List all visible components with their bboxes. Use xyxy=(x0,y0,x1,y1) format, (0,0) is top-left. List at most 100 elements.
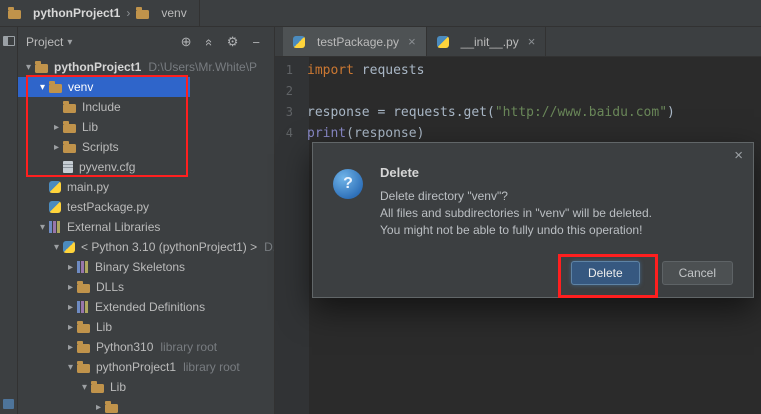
line-number: 1 xyxy=(285,63,293,77)
chevron-right-icon[interactable]: ▸ xyxy=(64,282,77,293)
tree-item-label: Scripts xyxy=(82,140,119,154)
tab-label: testPackage.py xyxy=(317,34,400,49)
code-line[interactable]: 2 xyxy=(275,81,761,102)
tree-item-binary-skeletons[interactable]: ▸ Binary Skeletons xyxy=(18,257,274,277)
navigation-bar: pythonProject1 › venv xyxy=(0,0,761,27)
tree-item-label: Lib xyxy=(110,380,127,394)
code-line[interactable]: 1 import requests xyxy=(275,60,761,81)
project-panel: Project ▾ ⊕ « ⚙ − ▾ pythonProject1 D:\User… xyxy=(18,27,275,414)
folder-icon xyxy=(77,321,90,333)
dialog-message-line: You might not be able to fully undo this… xyxy=(380,223,643,237)
chevron-down-icon[interactable]: ▾ xyxy=(22,62,35,73)
line-number: 4 xyxy=(285,126,293,140)
delete-button[interactable]: Delete xyxy=(570,261,640,285)
folder-icon xyxy=(105,401,118,413)
tree-item-python310[interactable]: ▸ Python310 library root xyxy=(18,337,274,357)
breadcrumb-separator-icon: › xyxy=(126,6,131,20)
project-tool-window-icon[interactable] xyxy=(2,36,15,46)
code-line[interactable]: 3 response = requests.get("http://www.bai… xyxy=(275,102,761,123)
tree-item-label: pyvenv.cfg xyxy=(79,160,136,174)
chevron-right-icon[interactable]: ▸ xyxy=(50,122,63,133)
close-icon[interactable]: × xyxy=(408,34,416,49)
tree-item-lib[interactable]: ▸ Lib xyxy=(18,317,274,337)
project-panel-title[interactable]: Project xyxy=(26,35,63,49)
tab-testpackage-py[interactable]: testPackage.py × xyxy=(283,27,427,56)
tab-init-py[interactable]: __init__.py × xyxy=(427,27,547,56)
folder-icon xyxy=(35,61,48,73)
folder-icon xyxy=(49,81,62,93)
pycharm-window: pythonProject1 › venv Project ▾ ⊕ « ⚙ − … xyxy=(0,0,761,414)
code-line-text: print(response) xyxy=(307,126,425,141)
dialog-buttons: Delete Cancel xyxy=(570,261,733,285)
navbar-divider xyxy=(198,0,200,27)
dialog-body: ? Delete Delete directory "venv"? All fi… xyxy=(313,143,753,239)
chevron-down-icon[interactable]: ▾ xyxy=(67,37,72,48)
code-line-text: import requests xyxy=(307,63,425,78)
code-line[interactable]: 4 print(response) xyxy=(275,123,761,144)
bottom-tool-window-icon[interactable] xyxy=(3,399,14,409)
folder-icon xyxy=(77,281,90,293)
chevron-right-icon[interactable]: ▸ xyxy=(64,322,77,333)
chevron-down-icon[interactable]: ▾ xyxy=(36,82,49,93)
folder-icon xyxy=(77,341,90,353)
tree-item-label: Lib xyxy=(96,320,113,334)
tree-item-suffix: library root xyxy=(183,360,240,374)
tree-item-include[interactable]: Include xyxy=(18,97,274,117)
question-icon: ? xyxy=(333,169,363,199)
tree-item-extended-definitions[interactable]: ▸ Extended Definitions xyxy=(18,297,274,317)
dialog-content: Delete Delete directory "venv"? All file… xyxy=(380,165,652,239)
chevron-right-icon[interactable]: ▸ xyxy=(92,402,105,413)
dialog-message-line: Delete directory "venv"? xyxy=(380,189,508,203)
close-icon[interactable]: × xyxy=(528,34,536,49)
tree-item-label: DLLs xyxy=(96,280,125,294)
code-line-text: response = requests.get("http://www.baid… xyxy=(307,105,675,120)
project-folder-icon xyxy=(8,7,21,19)
collapse-all-icon[interactable]: « xyxy=(202,38,217,45)
close-icon[interactable]: × xyxy=(734,148,743,163)
folder-icon xyxy=(91,381,104,393)
python-icon xyxy=(63,241,75,253)
tree-item-external-libraries[interactable]: ▾ External Libraries xyxy=(18,217,274,237)
chevron-right-icon[interactable]: ▸ xyxy=(64,302,77,313)
tree-item-label: External Libraries xyxy=(67,220,161,234)
project-panel-header: Project ▾ ⊕ « ⚙ − xyxy=(18,27,274,57)
breadcrumb-venv[interactable]: venv xyxy=(161,6,186,20)
tree-item-lib[interactable]: ▾ Lib xyxy=(18,377,274,397)
tree-item-python-3-10-pythonproject1[interactable]: ▾ < Python 3.10 (pythonProject1) > D... xyxy=(18,237,274,257)
tree-item-scripts[interactable]: ▸ Scripts xyxy=(18,137,274,157)
chevron-right-icon[interactable]: ▸ xyxy=(64,342,77,353)
dialog-message-line: All files and subdirectories in "venv" w… xyxy=(380,206,652,220)
python-file-icon xyxy=(293,35,305,48)
folder-icon xyxy=(63,141,76,153)
cancel-button[interactable]: Cancel xyxy=(661,261,733,285)
chevron-down-icon[interactable]: ▾ xyxy=(36,222,49,233)
chevron-right-icon[interactable]: ▸ xyxy=(50,142,63,153)
line-number: 3 xyxy=(285,105,293,119)
tree-item-testpackage-py[interactable]: testPackage.py xyxy=(18,197,274,217)
tree-item-suffix: D... xyxy=(264,240,274,254)
tree-item-label: testPackage.py xyxy=(67,200,150,214)
chevron-down-icon[interactable]: ▾ xyxy=(50,242,63,253)
tree-item-partial[interactable]: ▸ xyxy=(18,397,274,414)
tree-item-dlls[interactable]: ▸ DLLs xyxy=(18,277,274,297)
tree-item-label: pythonProject1 xyxy=(96,360,177,374)
locate-icon[interactable]: ⊕ xyxy=(181,34,192,50)
tree-item-label: Python310 xyxy=(96,340,154,354)
tree-item-venv[interactable]: ▾ venv xyxy=(18,77,190,97)
chevron-right-icon[interactable]: ▸ xyxy=(64,262,77,273)
tree-item-pythonproject1[interactable]: ▾ pythonProject1 library root xyxy=(18,357,274,377)
breadcrumb-project[interactable]: pythonProject1 xyxy=(33,6,120,20)
chevron-down-icon[interactable]: ▾ xyxy=(78,382,91,393)
hide-icon[interactable]: − xyxy=(252,35,260,50)
venv-folder-icon xyxy=(136,7,150,19)
code-area: 1 import requests 2 3 response = requests.ge… xyxy=(275,60,761,144)
tree-item-pythonproject1[interactable]: ▾ pythonProject1 D:\Users\Mr.White\P xyxy=(18,57,274,77)
tree-item-main-py[interactable]: main.py xyxy=(18,177,274,197)
tree-item-label: Extended Definitions xyxy=(95,300,206,314)
chevron-down-icon[interactable]: ▾ xyxy=(64,362,77,373)
tree-item-pyvenv-cfg[interactable]: pyvenv.cfg xyxy=(18,157,274,177)
settings-gear-icon[interactable]: ⚙ xyxy=(227,34,239,50)
editor-tab-bar: testPackage.py × __init__.py × xyxy=(275,27,761,57)
tree-item-lib[interactable]: ▸ Lib xyxy=(18,117,274,137)
